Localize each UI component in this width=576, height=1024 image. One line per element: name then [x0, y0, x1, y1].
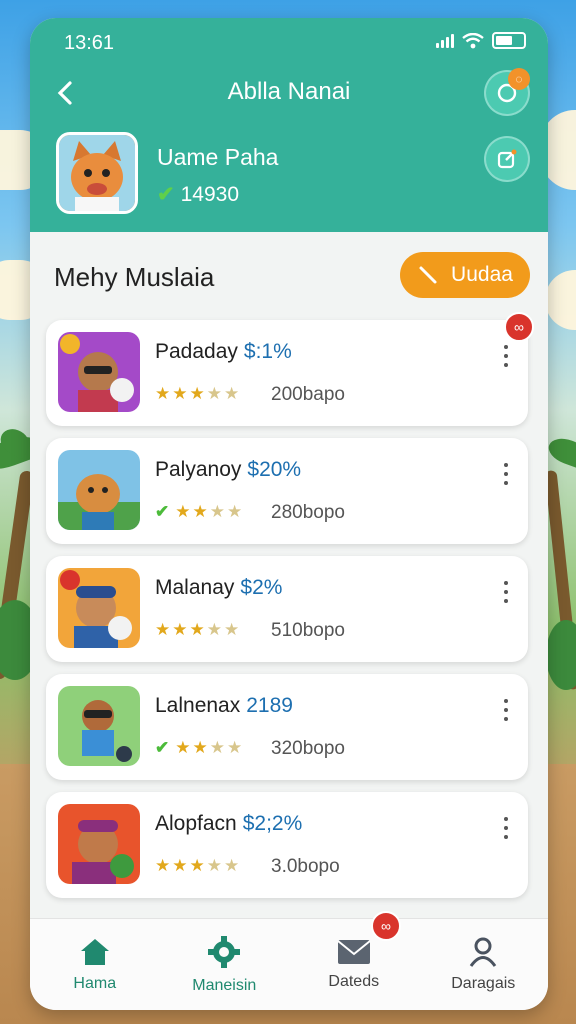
more-options-button[interactable]	[498, 696, 514, 724]
status-time: 13:61	[64, 32, 115, 54]
page-title: Ablla Nanai	[227, 78, 351, 105]
nav-profile[interactable]: Daragais	[419, 919, 549, 1010]
more-options-button[interactable]	[498, 342, 514, 370]
item-count: 3.0bopo	[271, 856, 340, 877]
list-item[interactable]: Palyanoy $20% ✔ ★ ★ ★ ★ 280bopo	[46, 438, 528, 544]
list-item[interactable]: Lalnenax 2189 ✔ ★ ★ ★ ★ 320bopo	[46, 674, 528, 780]
notification-badge: ◌	[508, 68, 530, 90]
item-count: 200bapo	[271, 384, 345, 405]
game-thumbnail	[58, 450, 140, 530]
game-list: Padaday $:1% ★ ★ ★ ★ ★ 200bapo ∞ Palyanoy $20%…	[46, 312, 534, 910]
item-title: Lalnenax 2189	[155, 694, 293, 717]
nav-settings[interactable]: Maneisin	[160, 919, 290, 1010]
alert-badge: ∞	[504, 312, 534, 342]
item-count: 280bopo	[271, 502, 345, 523]
nav-profile-label: Daragais	[451, 974, 516, 992]
game-thumbnail	[58, 568, 140, 648]
rating-stars: ✔ ★ ★ ★ ★	[155, 738, 243, 757]
item-title: Palyanoy $20%	[155, 458, 302, 481]
edit-icon	[497, 149, 517, 169]
item-title: Malanay $2%	[155, 576, 283, 599]
nav-settings-label: Maneisin	[192, 976, 257, 994]
rating-stars: ★ ★ ★ ★ ★	[155, 856, 240, 875]
cat-avatar-icon	[59, 135, 135, 211]
check-icon: ✔	[157, 183, 175, 206]
list-item[interactable]: Alopfacn $2;2% ★ ★ ★ ★ ★ 3.0bopo	[46, 792, 528, 898]
nav-messages[interactable]: Dateds ∞	[289, 911, 419, 1010]
list-item[interactable]: Padaday $:1% ★ ★ ★ ★ ★ 200bapo ∞	[46, 312, 534, 426]
more-options-button[interactable]	[498, 814, 514, 842]
game-thumbnail	[58, 332, 140, 412]
profile-avatar[interactable]	[56, 132, 138, 214]
profile-score-value: 14930	[180, 182, 240, 206]
home-icon	[80, 938, 109, 965]
mail-icon	[337, 939, 371, 964]
game-thumbnail	[58, 804, 140, 884]
update-button-label: Uudaa	[451, 263, 513, 286]
item-count: 320bopo	[271, 738, 345, 759]
app-window: 13:61 Ablla Nanai ◌ Uame Paha ✔ 14930 Me…	[30, 18, 548, 1010]
profile-score: ✔ 14930	[157, 182, 239, 207]
rating-stars: ★ ★ ★ ★ ★	[155, 620, 240, 639]
battery-icon	[492, 32, 526, 49]
status-icons	[436, 32, 526, 49]
messages-badge: ∞	[371, 911, 401, 941]
section-title: Mehy Muslaia	[54, 262, 215, 292]
more-options-button[interactable]	[498, 578, 514, 606]
list-item[interactable]: Malanay $2% ★ ★ ★ ★ ★ 510bopo	[46, 556, 528, 662]
more-options-button[interactable]	[498, 460, 514, 488]
check-icon: ✔	[155, 738, 170, 757]
bottom-nav: Hama Maneisin Dateds ∞ Daragais	[30, 911, 549, 1010]
game-thumbnail	[58, 686, 140, 766]
check-icon: ✔	[155, 502, 170, 521]
notifications-button[interactable]: ◌	[484, 68, 530, 116]
rating-stars: ★ ★ ★ ★ ★	[155, 384, 240, 403]
rating-stars: ✔ ★ ★ ★ ★	[155, 502, 243, 521]
header: 13:61 Ablla Nanai ◌ Uame Paha ✔ 14930	[30, 18, 548, 232]
nav-home-label: Hama	[73, 974, 117, 992]
item-title: Padaday $:1%	[155, 340, 292, 363]
nav-home[interactable]: Hama	[30, 919, 160, 1010]
update-button[interactable]: Uudaa	[400, 252, 530, 298]
item-count: 510bopo	[271, 620, 345, 641]
edit-button[interactable]	[484, 136, 530, 182]
wand-icon	[419, 266, 437, 284]
person-icon	[470, 937, 497, 967]
gear-icon	[208, 935, 241, 968]
item-title: Alopfacn $2;2%	[155, 812, 303, 835]
profile-name: Uame Paha	[157, 144, 279, 170]
wifi-icon	[462, 32, 484, 48]
signal-icon	[436, 33, 454, 48]
nav-messages-label: Dateds	[328, 972, 380, 990]
